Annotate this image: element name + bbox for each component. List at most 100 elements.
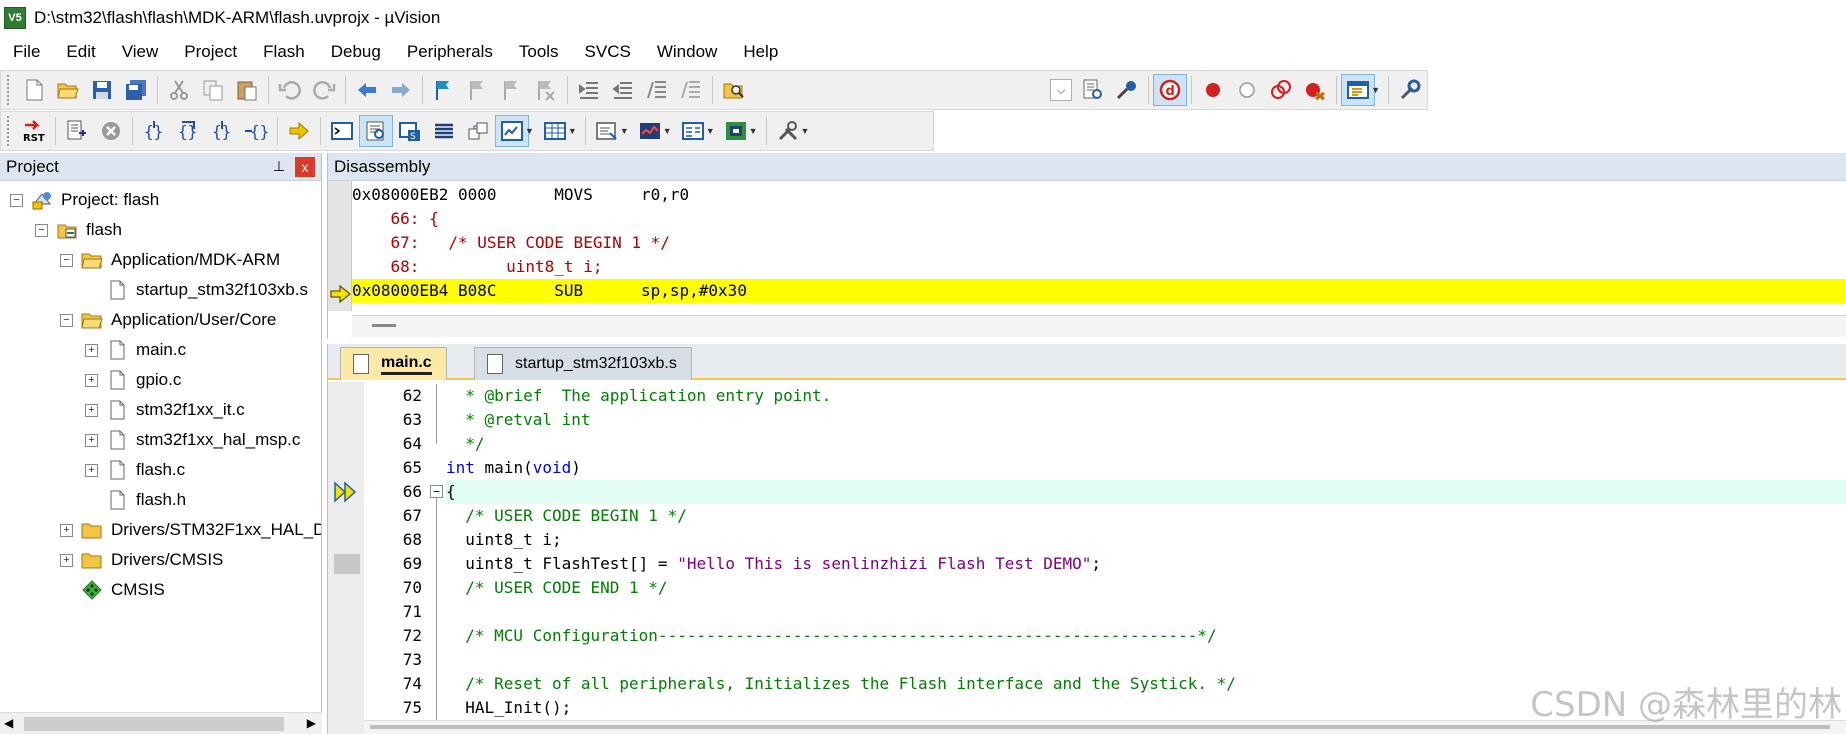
project-horizontal-scrollbar[interactable]: ◀ ▶ (0, 712, 322, 734)
code-line[interactable]: HAL_Init(); (446, 696, 571, 720)
expand-icon[interactable]: + (60, 553, 73, 567)
gutter-marker[interactable] (334, 554, 360, 574)
undo-icon[interactable] (273, 74, 307, 106)
debug-session-icon[interactable]: d (1153, 74, 1188, 106)
breakpoint-insert-icon[interactable] (1196, 74, 1230, 106)
pin-icon[interactable]: ⊥ (269, 158, 289, 175)
new-file-icon[interactable] (17, 74, 51, 106)
find-in-files-icon[interactable] (717, 74, 751, 106)
show-next-statement-icon[interactable] (282, 115, 316, 147)
tree-item[interactable]: + gpio.c (85, 365, 181, 395)
breakpoint-enable-icon[interactable] (1230, 74, 1264, 106)
trace-window-icon[interactable] (676, 115, 710, 147)
disassembly-window-icon[interactable] (359, 115, 393, 147)
fold-collapse-icon[interactable]: − (430, 485, 443, 498)
asm-line[interactable]: 0x08000EB2 0000 MOVS r0,r0 (352, 183, 689, 207)
navigate-forward-icon[interactable] (384, 74, 418, 106)
chevron-down-icon[interactable]: ▼ (568, 126, 577, 136)
code-line[interactable]: /* MCU Configuration--------------------… (446, 624, 1216, 648)
paste-icon[interactable] (230, 74, 264, 106)
tree-item[interactable]: − flash (35, 215, 122, 245)
copy-icon[interactable] (196, 74, 230, 106)
step-out-icon[interactable]: {} (205, 115, 239, 147)
menu-svcs[interactable]: SVCS (572, 36, 644, 68)
open-folder-icon[interactable] (51, 74, 85, 106)
step-over-icon[interactable]: {} (171, 115, 205, 147)
menu-flash[interactable]: Flash (250, 36, 318, 68)
chevron-down-icon[interactable]: ▼ (801, 126, 810, 136)
code-line[interactable]: * @retval int (446, 408, 590, 432)
expand-icon[interactable]: + (85, 343, 98, 357)
collapse-icon[interactable]: − (10, 193, 23, 207)
save-all-icon[interactable] (119, 74, 153, 106)
chevron-down-icon[interactable]: ▼ (620, 126, 629, 136)
bookmark-insert-icon[interactable] (427, 74, 461, 106)
run-to-cursor-icon[interactable]: {} (239, 115, 273, 147)
menu-view[interactable]: View (109, 36, 172, 68)
tree-item[interactable]: flash.h (85, 485, 186, 515)
menu-debug[interactable]: Debug (318, 36, 394, 68)
expand-icon[interactable]: + (85, 373, 98, 387)
serial-window-icon[interactable] (590, 115, 624, 147)
incremental-find-icon[interactable] (1076, 74, 1110, 106)
code-line[interactable]: * @brief The application entry point. (446, 384, 831, 408)
bookmark-clear-icon[interactable] (529, 74, 563, 106)
toolbar-grip[interactable] (7, 75, 11, 105)
source-line[interactable]: 68: uint8_t i; (352, 255, 603, 279)
scrollbar-thumb[interactable] (372, 324, 396, 327)
tree-item[interactable]: − Application/MDK-ARM (60, 245, 280, 275)
scroll-right-icon[interactable]: ▶ (307, 716, 316, 730)
chevron-down-icon[interactable]: ▼ (749, 126, 758, 136)
system-viewer-icon[interactable] (719, 115, 753, 147)
symbols-window-icon[interactable]: S (393, 115, 427, 147)
menu-peripherals[interactable]: Peripherals (394, 36, 506, 68)
menu-file[interactable]: File (0, 36, 53, 68)
code-line[interactable]: { (446, 480, 456, 504)
toolbox-icon[interactable] (771, 115, 805, 147)
close-icon[interactable]: x (295, 156, 315, 177)
tree-item[interactable]: + flash.c (85, 455, 185, 485)
redo-icon[interactable] (307, 74, 341, 106)
expand-icon[interactable]: + (85, 433, 98, 447)
reset-cpu-icon[interactable]: RST (17, 115, 51, 147)
unindent-icon[interactable] (606, 74, 640, 106)
tree-item[interactable]: + stm32f1xx_it.c (85, 395, 245, 425)
code-line[interactable]: uint8_t FlashTest[] = "Hello This is sen… (446, 552, 1101, 576)
expand-icon[interactable]: + (60, 523, 73, 537)
menu-edit[interactable]: Edit (53, 36, 108, 68)
chevron-down-icon[interactable]: ▼ (663, 126, 672, 136)
registers-window-icon[interactable] (427, 115, 461, 147)
code-line[interactable]: /* USER CODE END 1 */ (446, 576, 667, 600)
menu-help[interactable]: Help (730, 36, 791, 68)
expand-icon[interactable]: + (85, 403, 98, 417)
code-line[interactable]: uint8_t i; (446, 528, 561, 552)
code-line[interactable]: */ (446, 432, 484, 456)
tree-item[interactable]: − Application/User/Core (60, 305, 276, 335)
code-line[interactable]: /* USER CODE BEGIN 1 */ (446, 504, 687, 528)
scroll-left-icon[interactable]: ◀ (4, 716, 13, 730)
collapse-icon[interactable]: − (60, 253, 73, 267)
tools-config-icon[interactable] (1393, 74, 1427, 106)
menu-tools[interactable]: Tools (506, 36, 572, 68)
find-combo-dropdown[interactable]: ⌵ (1050, 79, 1073, 101)
chevron-down-icon[interactable]: ▼ (1371, 85, 1380, 95)
call-stack-icon[interactable] (461, 115, 495, 147)
code-line[interactable]: int main(void) (446, 456, 581, 480)
command-window-icon[interactable] (325, 115, 359, 147)
memory-window-icon[interactable] (538, 115, 572, 147)
breakpoint-disable-all-icon[interactable] (1264, 74, 1298, 106)
tree-item[interactable]: CMSIS (60, 575, 165, 605)
configure-icon[interactable] (1110, 74, 1144, 106)
tree-item[interactable]: startup_stm32f103xb.s (85, 275, 308, 305)
navigate-back-icon[interactable] (350, 74, 384, 106)
run-icon[interactable] (60, 115, 94, 147)
watch-window-icon[interactable] (495, 115, 529, 147)
menu-window[interactable]: Window (644, 36, 730, 68)
scrollbar-thumb[interactable] (24, 717, 284, 731)
current-instruction-line[interactable]: 0x08000EB4 B08C SUB sp,sp,#0x30 (352, 279, 1846, 303)
step-into-icon[interactable]: {} (137, 115, 171, 147)
tree-item[interactable]: + stm32f1xx_hal_msp.c (85, 425, 300, 455)
tree-item[interactable]: − Project: flash (10, 185, 159, 215)
tree-item[interactable]: + Drivers/STM32F1xx_HAL_Driver (60, 515, 321, 545)
bookmark-prev-icon[interactable] (461, 74, 495, 106)
